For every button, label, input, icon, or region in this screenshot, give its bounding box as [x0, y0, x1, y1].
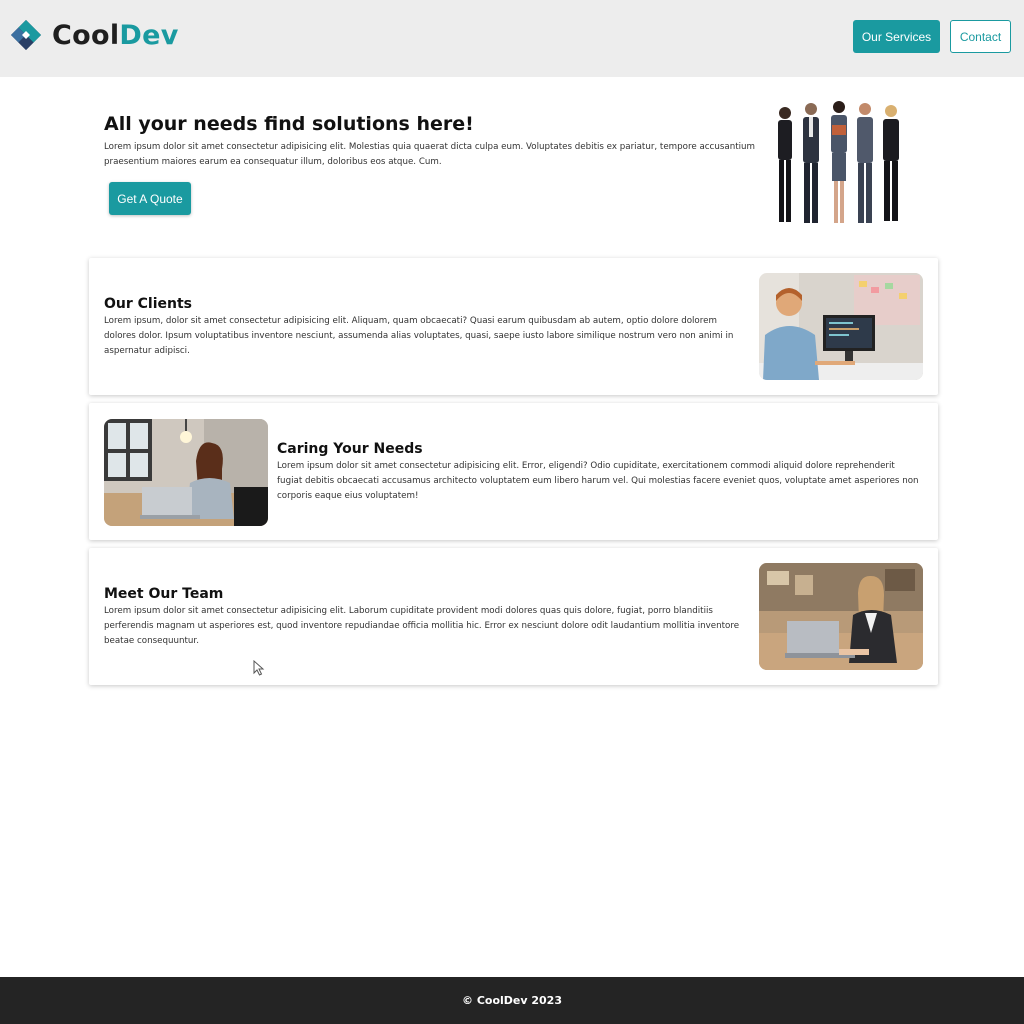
card-our-clients: Our Clients Lorem ipsum, dolor sit amet …	[89, 258, 938, 395]
card-text: Lorem ipsum dolor sit amet consectetur a…	[277, 461, 919, 501]
business-team-image	[778, 101, 899, 223]
hero-text: Lorem ipsum dolor sit amet consectetur a…	[104, 142, 755, 167]
card-title: Meet Our Team	[104, 586, 224, 602]
card-text: Lorem ipsum, dolor sit amet consectetur …	[104, 316, 734, 356]
card-text: Lorem ipsum dolor sit amet consectetur a…	[104, 606, 740, 646]
our-services-button[interactable]: Our Services	[853, 20, 940, 53]
logo-icon	[11, 20, 41, 50]
site-footer: © CoolDev 2023	[0, 977, 1024, 1024]
brand-name: CoolDev	[52, 20, 179, 51]
brand-name-part1: Cool	[52, 19, 120, 51]
contact-button[interactable]: Contact	[950, 20, 1011, 53]
team-member-image	[759, 563, 923, 670]
woman-with-laptop-image	[104, 419, 268, 526]
card-caring-your-needs: Caring Your Needs Lorem ipsum dolor sit …	[89, 403, 938, 540]
brand-name-part2: Dev	[119, 19, 179, 51]
mouse-pointer-icon	[253, 660, 265, 676]
hero-section: All your needs find solutions here! Lore…	[89, 96, 938, 236]
card-meet-our-team: Meet Our Team Lorem ipsum dolor sit amet…	[89, 548, 938, 685]
card-title: Caring Your Needs	[277, 441, 423, 457]
copyright-text: © CoolDev 2023	[462, 994, 562, 1007]
site-header: CoolDev Our Services Contact	[0, 0, 1024, 77]
developer-at-computer-image	[759, 273, 923, 380]
get-a-quote-button[interactable]: Get A Quote	[109, 182, 191, 215]
hero-title: All your needs find solutions here!	[104, 113, 474, 135]
card-title: Our Clients	[104, 296, 193, 312]
brand-logo[interactable]: CoolDev	[10, 19, 179, 51]
